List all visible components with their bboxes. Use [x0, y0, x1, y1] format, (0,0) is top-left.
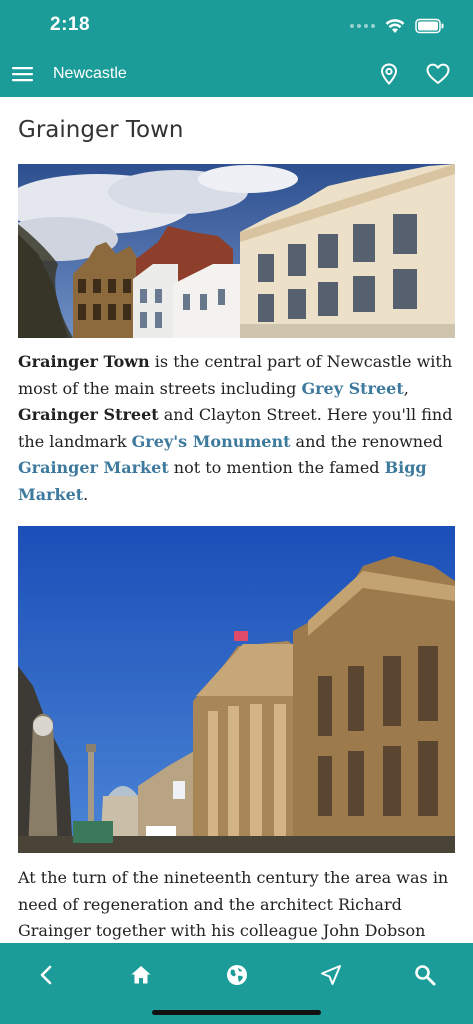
- theatre-royal-photo: [18, 526, 455, 853]
- intro-paragraph: Grainger Town is the central part of New…: [18, 352, 453, 504]
- greys-monument-link[interactable]: Grey's Monument: [132, 432, 291, 451]
- history-paragraph: At the turn of the nineteenth century th…: [18, 868, 449, 940]
- battery-icon: [415, 18, 444, 34]
- grey-street-link[interactable]: Grey Street: [301, 379, 403, 398]
- grainger-town-bold: Grainger Town: [18, 352, 150, 371]
- grainger-street-bold: Grainger Street: [18, 405, 159, 424]
- back-icon: [40, 965, 52, 985]
- nav-title: Newcastle: [53, 65, 127, 82]
- grainger-street-photo: [18, 164, 455, 338]
- status-time: 2:18: [50, 14, 91, 35]
- map-pin-icon[interactable]: [377, 62, 401, 86]
- home-button[interactable]: [119, 953, 163, 997]
- home-indicator[interactable]: [152, 1010, 321, 1015]
- wifi-icon: [385, 19, 405, 33]
- directions-button[interactable]: [309, 953, 353, 997]
- cellular-signal-icon: [350, 24, 375, 28]
- search-icon: [415, 965, 436, 986]
- status-bar: 2:18: [0, 0, 473, 52]
- menu-icon[interactable]: [10, 61, 36, 87]
- back-button[interactable]: [25, 953, 69, 997]
- globe-icon: [227, 965, 247, 985]
- article-content[interactable]: Grainger Town Grainger Town is the centr…: [0, 97, 473, 943]
- explore-button[interactable]: [215, 953, 259, 997]
- heart-icon[interactable]: [425, 62, 451, 86]
- page-title: Grainger Town: [18, 117, 184, 143]
- navigate-icon: [321, 965, 341, 985]
- home-icon: [131, 966, 151, 984]
- nav-bar: Newcastle: [0, 52, 473, 97]
- grainger-market-link[interactable]: Grainger Market: [18, 458, 169, 477]
- bottom-tab-bar: [0, 943, 473, 1024]
- search-button[interactable]: [403, 953, 447, 997]
- status-icons: [350, 16, 445, 36]
